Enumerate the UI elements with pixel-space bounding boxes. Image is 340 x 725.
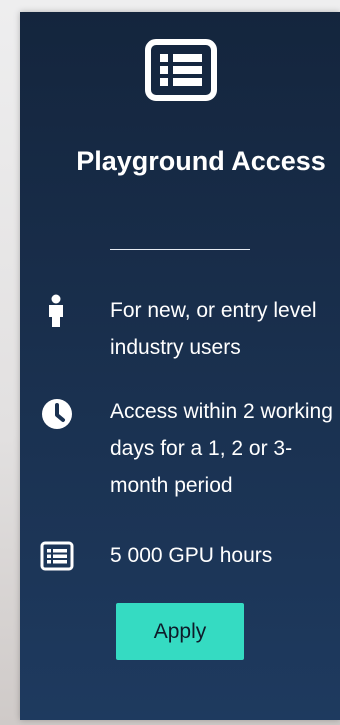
plan-title: Playground Access xyxy=(76,146,326,176)
person-icon xyxy=(49,294,63,327)
list-icon xyxy=(145,39,217,101)
title-divider xyxy=(110,249,250,250)
feature-text: For new, or entry level industry users xyxy=(110,299,317,359)
feature-text: 5 000 GPU hours xyxy=(110,544,273,567)
clock-icon xyxy=(42,399,72,429)
plan-card: Playground Access For new, or entry leve… xyxy=(20,12,340,720)
apply-button[interactable]: Apply xyxy=(116,603,244,660)
list-icon xyxy=(40,541,74,571)
feature-text: Access within 2 working days for a 1, 2 … xyxy=(110,400,333,497)
